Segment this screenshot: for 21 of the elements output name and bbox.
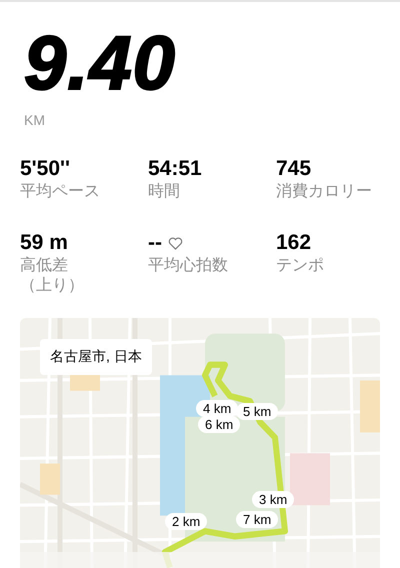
stat-label: 高低差（上り） bbox=[20, 256, 84, 296]
place-label: 名古屋市, 日本 bbox=[40, 339, 152, 375]
stat-label: 消費カロリー bbox=[276, 182, 372, 202]
distance-marker: 2 km bbox=[165, 513, 208, 530]
stat-value: 59 m bbox=[20, 230, 68, 256]
distance-marker: 3 km bbox=[252, 491, 294, 508]
distance-value: 9.40 bbox=[24, 24, 177, 104]
distance-marker: 6 km bbox=[198, 416, 240, 433]
stat-label: 平均心拍数 bbox=[148, 256, 228, 276]
stat-label: 時間 bbox=[148, 182, 180, 202]
stat-label: 平均ペース bbox=[20, 182, 100, 202]
heart-icon bbox=[168, 236, 183, 250]
distance-marker: 7 km bbox=[236, 511, 278, 528]
stat-value: 162 bbox=[276, 230, 312, 256]
distance-unit: KM bbox=[24, 112, 46, 128]
distance-marker: 5 km bbox=[236, 403, 278, 420]
stat-value: 5'50'' bbox=[20, 156, 70, 182]
stat-label: テンポ bbox=[276, 256, 324, 276]
stat-value: 745 bbox=[276, 156, 312, 182]
stat-value: -- bbox=[148, 230, 162, 256]
stat-value: 54:51 bbox=[148, 156, 202, 182]
